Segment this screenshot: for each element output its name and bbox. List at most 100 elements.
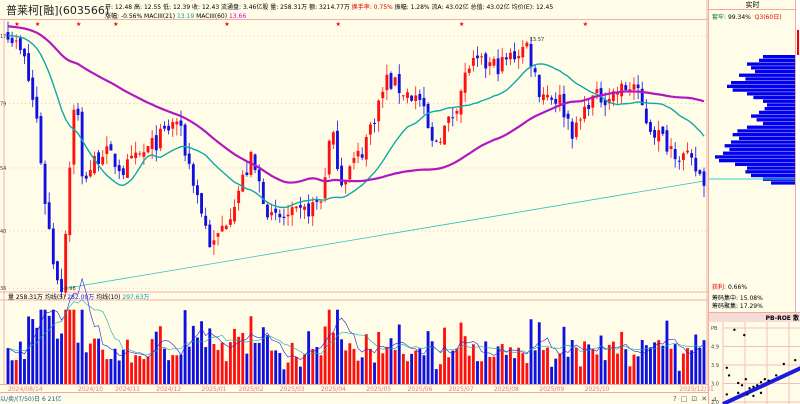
volume-bar: [393, 349, 397, 384]
volume-bar: [97, 338, 101, 384]
tab-realtime[interactable]: 实时: [709, 0, 796, 10]
candle-body: [191, 164, 195, 186]
candle: [513, 42, 516, 63]
trendline: [61, 180, 705, 290]
candle-body: [125, 159, 129, 178]
candle: [51, 222, 55, 270]
candle-body: [496, 58, 500, 75]
candle: [315, 196, 319, 210]
volume-bar: [533, 350, 537, 384]
chip-bar: [759, 58, 795, 63]
volume-bar: [6, 348, 10, 384]
volume-bar: [72, 309, 76, 384]
scatter-point: [725, 393, 728, 396]
candle: [377, 99, 381, 132]
volume-bar: [237, 336, 241, 384]
candle-body: [31, 77, 35, 100]
chip-bar: [756, 118, 795, 122]
volume-bar: [31, 319, 35, 384]
volume-bar: [636, 356, 640, 384]
period-select[interactable]: Q3(60日): [755, 14, 782, 21]
volume-bar: [340, 339, 344, 384]
chip-panel: 实时 套牢: 99.34% Q3(60日) 获利: 0.66% 筹码集中: 15…: [708, 0, 800, 404]
candle: [319, 199, 323, 210]
volume-bar: [311, 348, 315, 384]
signal-star-icon: ★: [459, 21, 464, 28]
volume-bar: [286, 362, 290, 384]
candle-body: [550, 97, 554, 100]
candle-body: [488, 62, 492, 67]
candle-body: [595, 89, 599, 93]
chip-bar: [745, 170, 795, 174]
candle-body: [385, 74, 389, 91]
candle: [385, 64, 389, 100]
candle: [558, 84, 562, 112]
candle: [179, 110, 183, 137]
candle: [389, 71, 393, 91]
chip-bar: [729, 147, 795, 152]
volume-bar: [562, 326, 566, 384]
signal-star-icon: ★: [583, 21, 588, 28]
candle-body: [14, 40, 18, 42]
candle-body: [121, 168, 125, 176]
candle: [665, 124, 669, 155]
volume-bar: [88, 343, 92, 384]
volume-bar: [220, 342, 224, 384]
candle: [410, 95, 414, 102]
candle-body: [340, 165, 344, 186]
candle: [579, 117, 582, 130]
candle: [509, 48, 512, 65]
volume-bar: [550, 366, 554, 384]
pb-roe-title[interactable]: PB-ROE 散: [709, 312, 800, 322]
candle: [134, 141, 138, 165]
volume-bar: [154, 331, 158, 384]
volume-bar: [364, 334, 368, 384]
volume-bar: [694, 334, 698, 384]
scatter-point: [737, 391, 740, 395]
pb-roe-scatter: PB 4.9 3.9 3.0 2.0: [711, 322, 800, 404]
candle-body: [282, 216, 286, 218]
candle-body: [154, 135, 158, 151]
volume-bar: [60, 333, 63, 384]
price-chart[interactable]: 177954403615.578.98★ ★ ★ ★ ★ ★ ★ ★: [0, 0, 708, 384]
volume-bar: [640, 339, 644, 384]
candle-body: [665, 130, 669, 152]
candle-body: [525, 42, 529, 47]
date-label: 2025/09: [539, 386, 565, 393]
candle-body: [55, 261, 59, 281]
candle-body: [677, 160, 681, 162]
candle: [146, 145, 150, 154]
scrollbar[interactable]: [795, 0, 800, 312]
volume-bar: [632, 354, 636, 384]
candle: [167, 119, 171, 135]
volume-bar: [278, 353, 282, 384]
candle: [624, 81, 628, 91]
volume-bar: [109, 358, 113, 384]
candle: [447, 116, 451, 132]
volume-bar: [517, 347, 521, 384]
candle-body: [673, 149, 677, 160]
candle-body: [183, 124, 187, 156]
candle: [455, 108, 459, 121]
scatter-point: [743, 333, 746, 337]
candle: [175, 118, 179, 136]
volume-bar: [579, 366, 582, 384]
volume-bar: [414, 350, 418, 384]
candle: [356, 142, 360, 164]
scatter-point: [744, 378, 747, 381]
candle: [661, 125, 665, 136]
volume-bar: [142, 359, 146, 384]
volume-bar: [245, 353, 249, 384]
volume-bar: [344, 350, 348, 384]
chip-bar: [751, 114, 795, 118]
candle-body: [434, 140, 438, 142]
candle: [406, 88, 409, 104]
candle-body: [410, 95, 414, 101]
chip-bar: [731, 81, 795, 85]
date-label: 2025/02: [238, 386, 264, 393]
volume-bar: [426, 331, 430, 384]
candle: [31, 69, 35, 108]
candle: [492, 56, 496, 68]
signal-star-icon: ★: [76, 21, 81, 28]
volume-bar: [51, 309, 55, 384]
